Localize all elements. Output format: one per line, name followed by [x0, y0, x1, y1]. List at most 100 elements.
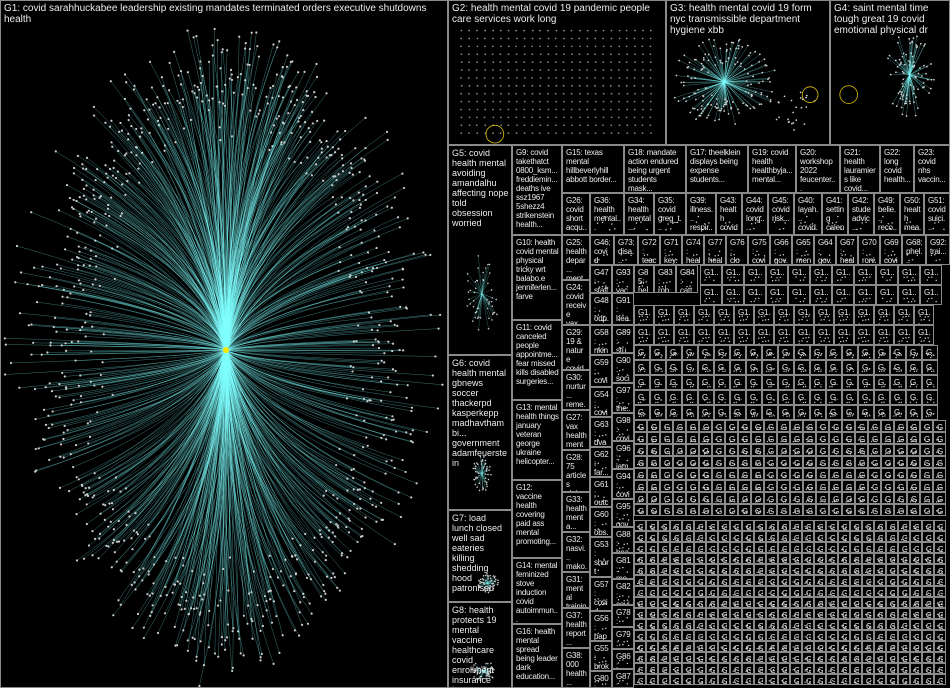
- small-group-cell[interactable]: G.: [907, 420, 920, 432]
- small-group-cell[interactable]: G.: [894, 420, 907, 432]
- small-group-cell[interactable]: G1..: [834, 305, 854, 325]
- small-group-cell[interactable]: G1..: [754, 325, 774, 345]
- group-g65-panel[interactable]: G65: men...: [792, 235, 814, 265]
- group-g22-panel[interactable]: G22: long covid health...: [880, 145, 914, 193]
- small-group-cell[interactable]: G.: [816, 420, 829, 432]
- small-group-cell[interactable]: G1..: [874, 305, 894, 325]
- small-group-cell[interactable]: G..: [858, 345, 874, 360]
- small-group-cell[interactable]: G1..: [854, 265, 876, 285]
- small-group-cell[interactable]: G..: [778, 405, 794, 420]
- group-g20-panel[interactable]: G20: workshop 2022 feucenter...: [796, 145, 840, 193]
- small-group-cell[interactable]: G1..: [700, 265, 722, 285]
- small-group-cell[interactable]: G..: [906, 405, 922, 420]
- group-g5-panel[interactable]: G5: covid health mental avoiding amandal…: [448, 145, 512, 355]
- group-g18-panel[interactable]: G18: mandate action endured being urgent…: [624, 145, 686, 193]
- small-group-cell[interactable]: G..: [762, 405, 778, 420]
- small-group-cell[interactable]: G1..: [854, 325, 874, 345]
- small-group-cell[interactable]: G.: [764, 420, 777, 432]
- group-g10-panel[interactable]: G10: health covid mental physical tricky…: [512, 235, 562, 320]
- small-group-cell[interactable]: G..: [826, 375, 842, 390]
- group-g21-panel[interactable]: G21: health lauramiers like covid...: [840, 145, 880, 193]
- small-group-cell[interactable]: G..: [634, 360, 650, 375]
- group-g61-panel[interactable]: G61: outc...: [590, 477, 612, 507]
- small-group-cell[interactable]: G.: [881, 420, 894, 432]
- small-group-cell[interactable]: G..: [714, 345, 730, 360]
- small-group-cell[interactable]: G1..: [832, 265, 854, 285]
- small-group-cell[interactable]: G1..: [744, 285, 766, 305]
- group-g24-panel[interactable]: G24: covid receive vax...: [562, 280, 590, 325]
- small-group-cell[interactable]: G1..: [674, 305, 694, 325]
- small-group-cell[interactable]: G..: [730, 360, 746, 375]
- small-group-cell[interactable]: G..: [746, 390, 762, 405]
- small-group-cell[interactable]: G..: [730, 345, 746, 360]
- small-group-cell[interactable]: G..: [858, 360, 874, 375]
- small-group-cell[interactable]: G.: [647, 420, 660, 432]
- small-group-cell[interactable]: G1..: [766, 285, 788, 305]
- group-g47-panel[interactable]: G47: staff hos...: [590, 265, 612, 293]
- group-g7-panel[interactable]: G7: load lunch closed well sad eateries …: [448, 510, 512, 602]
- small-group-cell[interactable]: G1..: [834, 325, 854, 345]
- group-g1-panel[interactable]: G1: covid sarahhuckabee leadership exist…: [0, 0, 448, 688]
- small-group-cell[interactable]: G..: [682, 345, 698, 360]
- group-g11-panel[interactable]: G11: covid canceled people appointme... …: [512, 320, 562, 400]
- small-group-cell[interactable]: G..: [698, 375, 714, 390]
- group-g68-panel[interactable]: G68: phel...: [902, 235, 926, 265]
- small-group-cell[interactable]: G1..: [714, 325, 734, 345]
- small-group-cell[interactable]: G..: [874, 345, 890, 360]
- small-group-cell[interactable]: G..: [890, 345, 906, 360]
- small-group-cell[interactable]: G.: [660, 420, 673, 432]
- group-g75-panel[interactable]: G75: covi...: [748, 235, 770, 265]
- group-g36-panel[interactable]: G36: health mental...: [590, 193, 624, 235]
- group-g37-panel[interactable]: G37: health report...: [562, 608, 590, 648]
- small-group-cell[interactable]: G1..: [810, 285, 832, 305]
- small-group-cell[interactable]: G..: [650, 375, 666, 390]
- small-group-cell[interactable]: G..: [650, 360, 666, 375]
- group-g56-panel[interactable]: G56: paper men...: [590, 611, 612, 641]
- group-g30-panel[interactable]: G30: nurtur... reme... social...: [562, 370, 590, 410]
- small-group-cell[interactable]: G..: [778, 345, 794, 360]
- group-g35-panel[interactable]: G35: covid greg_t...: [654, 193, 686, 235]
- small-group-cell[interactable]: G..: [826, 360, 842, 375]
- group-g83-panel[interactable]: G83: rob...: [654, 265, 676, 293]
- small-group-cell[interactable]: G..: [826, 390, 842, 405]
- group-g71-panel[interactable]: G71: key...: [660, 235, 682, 265]
- small-group-cell[interactable]: G..: [650, 405, 666, 420]
- small-group-cell[interactable]: G..: [842, 345, 858, 360]
- small-group-cell[interactable]: G.: [751, 420, 764, 432]
- small-group-cell[interactable]: G1..: [766, 265, 788, 285]
- small-group-cell[interactable]: G1..: [774, 305, 794, 325]
- group-g38-panel[interactable]: G38: 000 health...: [562, 648, 590, 688]
- group-g13-panel[interactable]: G13: mental health things january vetera…: [512, 400, 562, 480]
- group-g70-panel[interactable]: G70: roni...: [858, 235, 880, 265]
- small-group-cell[interactable]: G1..: [876, 285, 898, 305]
- small-group-cell[interactable]: G..: [810, 390, 826, 405]
- small-group-cell[interactable]: G1..: [810, 265, 832, 285]
- small-group-cell[interactable]: G1..: [894, 325, 914, 345]
- group-g33-panel[interactable]: G33: health menta...: [562, 492, 590, 532]
- group-g84-panel[interactable]: G84: catt...: [676, 265, 698, 293]
- small-group-cell[interactable]: G..: [906, 375, 922, 390]
- group-g72-panel[interactable]: G72: teac...: [638, 235, 660, 265]
- group-g31-panel[interactable]: G31: mental trainin...: [562, 572, 590, 608]
- group-g15-panel[interactable]: G15: texas mental hillbeverlyhill abbott…: [562, 145, 624, 193]
- small-group-cell[interactable]: G1..: [914, 305, 934, 325]
- small-group-cell[interactable]: G.: [855, 420, 868, 432]
- small-group-cell[interactable]: G1..: [794, 305, 814, 325]
- small-group-cell[interactable]: G..: [922, 375, 938, 390]
- group-g54-panel[interactable]: G54: covi...: [590, 387, 612, 417]
- group-g3-panel[interactable]: G3: health mental covid 19 form nyc tran…: [666, 0, 830, 145]
- small-group-cell[interactable]: G..: [746, 375, 762, 390]
- small-group-cell[interactable]: G..: [762, 345, 778, 360]
- group-g48-panel[interactable]: G48: odp... vpra...: [590, 293, 612, 325]
- group-g96-panel[interactable]: G96: jam...: [612, 441, 634, 469]
- small-group-cell[interactable]: G..: [778, 390, 794, 405]
- small-group-cell[interactable]: G..: [730, 390, 746, 405]
- small-group-cell[interactable]: G1..: [634, 325, 654, 345]
- small-group-cell[interactable]: G..: [890, 390, 906, 405]
- group-g79-panel[interactable]: G79: me...: [612, 627, 634, 649]
- group-g43-panel[interactable]: G43: health covid...: [716, 193, 742, 235]
- small-group-cell[interactable]: G..: [666, 375, 682, 390]
- group-g98-panel[interactable]: G98: covi...: [612, 413, 634, 441]
- small-group-cell[interactable]: G..: [650, 345, 666, 360]
- small-group-cell[interactable]: G..: [714, 390, 730, 405]
